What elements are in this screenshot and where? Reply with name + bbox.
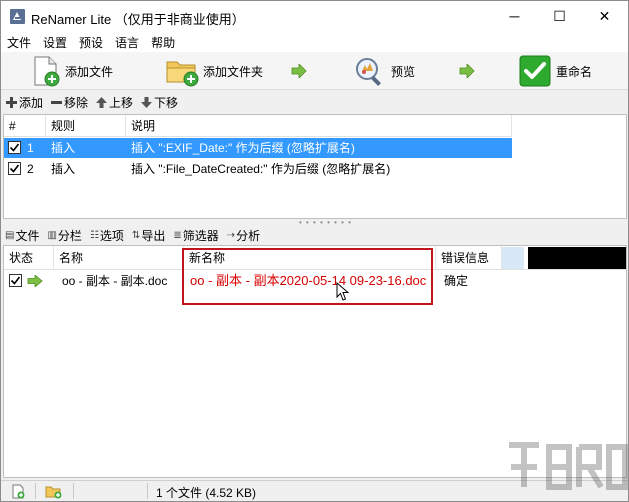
status-separator: [35, 483, 36, 499]
col-header-number[interactable]: #: [4, 115, 46, 137]
files-toolbar: ▤ 文件 ▥ 分栏 ☷ 选项 ⇅ 导出 ≣ 筛选器 ⇢ 分析: [1, 225, 628, 245]
check-icon: [10, 276, 21, 285]
maximize-button[interactable]: ☐: [537, 1, 582, 31]
menu-presets[interactable]: 预设: [79, 34, 103, 51]
file-name: oo - 副本 - 副本.doc: [62, 274, 168, 288]
file-checkbox[interactable]: [9, 274, 22, 287]
highlight-box: [182, 248, 433, 305]
columns-menu-label: 分栏: [57, 228, 82, 243]
add-files-button[interactable]: 添加文件: [31, 54, 113, 88]
move-down-label: 下移: [154, 95, 179, 110]
rule-row[interactable]: 1 插入 插入 ":EXIF_Date:" 作为后缀 (忽略扩展名): [4, 138, 512, 158]
rules-toolbar: 添加 移除 上移 下移: [1, 91, 628, 113]
add-rule-button[interactable]: 添加: [6, 94, 43, 111]
files-menu-button[interactable]: ▤ 文件: [5, 227, 39, 244]
col-header-error[interactable]: 错误信息: [436, 246, 502, 270]
check-icon: [9, 164, 20, 173]
mouse-cursor-icon: [336, 282, 350, 301]
rule-description: 插入 ":File_DateCreated:" 作为后缀 (忽略扩展名): [131, 162, 391, 176]
watermark-logo-icon: [509, 442, 628, 490]
status-separator: [73, 483, 74, 499]
filter-icon: ≣: [173, 229, 182, 241]
move-up-button[interactable]: 上移: [96, 94, 133, 111]
add-folder-small-icon[interactable]: [45, 484, 62, 499]
app-logo-icon: [10, 9, 25, 24]
move-up-label: 上移: [109, 95, 134, 110]
options-menu-label: 选项: [99, 228, 124, 243]
checkmark-icon: [519, 55, 551, 87]
add-rule-label: 添加: [19, 95, 44, 110]
col-header-description[interactable]: 说明: [126, 115, 512, 137]
add-folder-icon: [166, 61, 199, 87]
column-filler: [502, 247, 524, 269]
minimize-button[interactable]: ─: [492, 1, 537, 31]
magnifier-icon: [356, 58, 381, 86]
remove-rule-button[interactable]: 移除: [51, 94, 88, 111]
rule-name: 插入: [51, 162, 76, 176]
col-header-rule[interactable]: 规则: [46, 115, 126, 137]
remove-rule-label: 移除: [64, 95, 89, 110]
rule-checkbox[interactable]: [8, 162, 21, 175]
menu-help[interactable]: 帮助: [151, 34, 175, 51]
add-folder-label: 添加文件夹: [203, 64, 264, 79]
rule-checkbox[interactable]: [8, 141, 21, 154]
maximize-icon: ☐: [553, 7, 566, 24]
rules-table: # 规则 说明 1 插入 插入 ":EXIF_Date:" 作为后缀 (忽略扩展…: [3, 114, 627, 219]
files-icon: ▤: [5, 229, 15, 241]
analyze-icon: ⇢: [226, 229, 236, 241]
move-down-button[interactable]: 下移: [141, 94, 178, 111]
rule-row[interactable]: 2 插入 插入 ":File_DateCreated:" 作为后缀 (忽略扩展名…: [4, 159, 512, 179]
rule-number: 1: [27, 141, 34, 155]
columns-menu-button[interactable]: ▥ 分栏: [47, 227, 81, 244]
col-header-name[interactable]: 名称: [54, 246, 184, 270]
arrow-right-icon: [291, 64, 307, 78]
status-arrow-icon: [27, 275, 43, 287]
window-title: ReNamer Lite （仅用于非商业使用）: [31, 12, 245, 27]
analyze-menu-label: 分析: [236, 228, 261, 243]
export-menu-button[interactable]: ⇅ 导出: [132, 227, 165, 244]
rule-description: 插入 ":EXIF_Date:" 作为后缀 (忽略扩展名): [131, 141, 355, 155]
menu-file[interactable]: 文件: [7, 34, 31, 51]
redacted-region: [528, 247, 626, 269]
menu-settings[interactable]: 设置: [43, 34, 67, 51]
add-file-icon: [34, 56, 60, 87]
file-count-status: 1 个文件 (4.52 KB): [156, 486, 257, 500]
add-folder-button[interactable]: 添加文件夹: [165, 54, 263, 88]
export-icon: ⇅: [131, 229, 141, 241]
filter-menu-label: 筛选器: [182, 228, 219, 243]
rule-name: 插入: [51, 141, 76, 155]
minimize-icon: ─: [509, 8, 520, 24]
analyze-menu-button[interactable]: ⇢ 分析: [227, 227, 260, 244]
arrow-right-icon: [459, 64, 475, 78]
menu-bar: 文件 设置 预设 语言 帮助: [1, 32, 628, 52]
plus-icon: [6, 96, 17, 108]
main-toolbar: 添加文件 添加文件夹 预览 重命名: [1, 52, 628, 90]
preview-label: 预览: [391, 64, 416, 79]
menu-language[interactable]: 语言: [115, 34, 139, 51]
rename-button[interactable]: 重命名: [519, 54, 592, 88]
minus-icon: [51, 100, 63, 104]
file-error-status: 确定: [444, 274, 469, 288]
close-icon: ✕: [598, 7, 611, 24]
options-menu-button[interactable]: ☷ 选项: [90, 227, 124, 244]
col-header-status[interactable]: 状态: [4, 246, 54, 270]
add-file-small-icon[interactable]: [11, 484, 25, 499]
add-files-label: 添加文件: [65, 64, 114, 79]
rule-number: 2: [27, 162, 34, 176]
files-menu-label: 文件: [15, 228, 40, 243]
title-bar: ReNamer Lite （仅用于非商业使用） ─ ☐ ✕: [1, 1, 628, 32]
arrow-up-icon: [96, 96, 108, 108]
columns-icon: ▥: [47, 229, 57, 241]
options-icon: ☷: [89, 229, 99, 241]
rules-table-header: # 规则 说明: [4, 115, 512, 137]
close-button[interactable]: ✕: [582, 1, 627, 31]
export-menu-label: 导出: [141, 228, 166, 243]
preview-button[interactable]: 预览: [353, 54, 415, 88]
status-separator: [147, 483, 148, 499]
check-icon: [9, 143, 20, 152]
filter-menu-button[interactable]: ≣ 筛选器: [173, 227, 218, 244]
app-window: ReNamer Lite （仅用于非商业使用） ─ ☐ ✕ 文件 设置 预设 语…: [0, 0, 629, 502]
rename-label: 重命名: [556, 64, 593, 79]
arrow-down-icon: [141, 96, 153, 108]
